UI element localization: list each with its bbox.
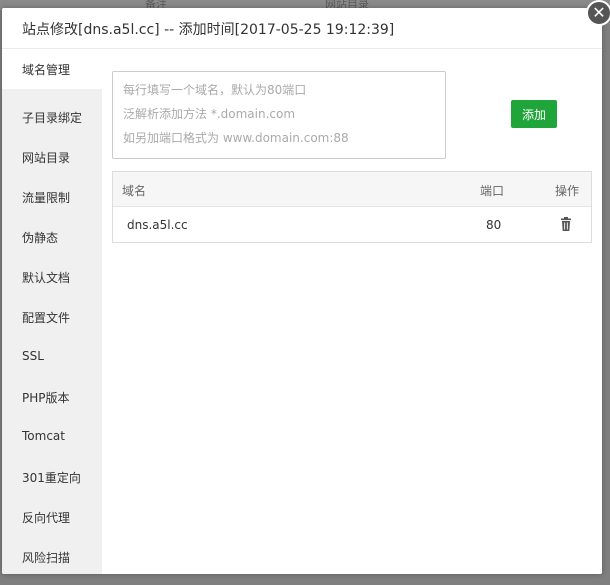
sidebar-item-label: 子目录绑定	[22, 111, 83, 125]
sidebar-item-label: 301重定向	[22, 471, 81, 485]
domain-table: 域名 端口 操作 dns.a5l.cc 80	[112, 171, 592, 243]
placeholder-line: 泛解析添加方法 *.domain.com	[123, 107, 296, 121]
sidebar-item-subdirectory-binding[interactable]: 子目录绑定	[2, 97, 102, 137]
sidebar-item-label: 网站目录	[22, 151, 71, 165]
sidebar-item-domain-management[interactable]: 域名管理	[2, 49, 102, 89]
sidebar-item-label: PHP版本	[22, 391, 70, 405]
settings-sidebar: 域名管理 子目录绑定 网站目录 流量限制 伪静态 默认文档 配置文件 SSL P…	[2, 49, 102, 574]
sidebar-item-label: 配置文件	[22, 311, 71, 325]
placeholder-line: 如另加端口格式为 www.domain.com:88	[123, 131, 349, 145]
sidebar-item-rewrite[interactable]: 伪静态	[2, 217, 102, 257]
dialog-title: 站点修改[dns.a5l.cc] -- 添加时间[2017-05-25 19:1…	[22, 22, 395, 38]
column-header-domain: 域名	[122, 184, 147, 198]
sidebar-item-ssl[interactable]: SSL	[2, 337, 102, 377]
close-icon[interactable]: ✕	[586, 0, 610, 26]
sidebar-item-label: 域名管理	[22, 63, 71, 77]
column-header-action: 操作	[555, 184, 580, 198]
sidebar-item-default-document[interactable]: 默认文档	[2, 257, 102, 297]
domain-cell: dns.a5l.cc	[127, 218, 188, 232]
sidebar-item-tomcat[interactable]: Tomcat	[2, 417, 102, 457]
sidebar-item-reverse-proxy[interactable]: 反向代理	[2, 497, 102, 537]
trash-icon[interactable]	[560, 217, 572, 234]
column-header-port: 端口	[480, 184, 505, 198]
sidebar-item-label: 伪静态	[22, 231, 59, 245]
background-column-remark: 备注	[145, 0, 167, 8]
sidebar-item-traffic-limit[interactable]: 流量限制	[2, 177, 102, 217]
site-edit-dialog: 站点修改[dns.a5l.cc] -- 添加时间[2017-05-25 19:1…	[2, 8, 602, 574]
port-cell: 80	[486, 218, 502, 232]
add-domain-button[interactable]: 添加	[511, 100, 557, 128]
sidebar-item-301-redirect[interactable]: 301重定向	[2, 457, 102, 497]
sidebar-item-label: 流量限制	[22, 191, 71, 205]
sidebar-item-label: SSL	[22, 349, 44, 363]
sidebar-item-risk-scan[interactable]: 风险扫描	[2, 537, 102, 574]
sidebar-item-label: 反向代理	[22, 511, 71, 525]
table-row: dns.a5l.cc 80	[113, 207, 591, 243]
background-column-site-dir: 网站目录	[325, 0, 369, 8]
sidebar-item-php-version[interactable]: PHP版本	[2, 377, 102, 417]
sidebar-item-site-directory[interactable]: 网站目录	[2, 137, 102, 177]
domain-textarea[interactable]: 每行填写一个域名，默认为80端口 泛解析添加方法 *.domain.com 如另…	[112, 71, 446, 159]
sidebar-item-label: 默认文档	[22, 271, 71, 285]
table-header: 域名 端口 操作	[113, 172, 591, 207]
sidebar-item-config-file[interactable]: 配置文件	[2, 297, 102, 337]
placeholder-line: 每行填写一个域名，默认为80端口	[123, 83, 307, 97]
dialog-header: 站点修改[dns.a5l.cc] -- 添加时间[2017-05-25 19:1…	[2, 8, 602, 49]
domain-management-panel: 每行填写一个域名，默认为80端口 泛解析添加方法 *.domain.com 如另…	[102, 49, 602, 574]
sidebar-item-label: 风险扫描	[22, 551, 71, 565]
sidebar-item-label: Tomcat	[22, 429, 65, 443]
